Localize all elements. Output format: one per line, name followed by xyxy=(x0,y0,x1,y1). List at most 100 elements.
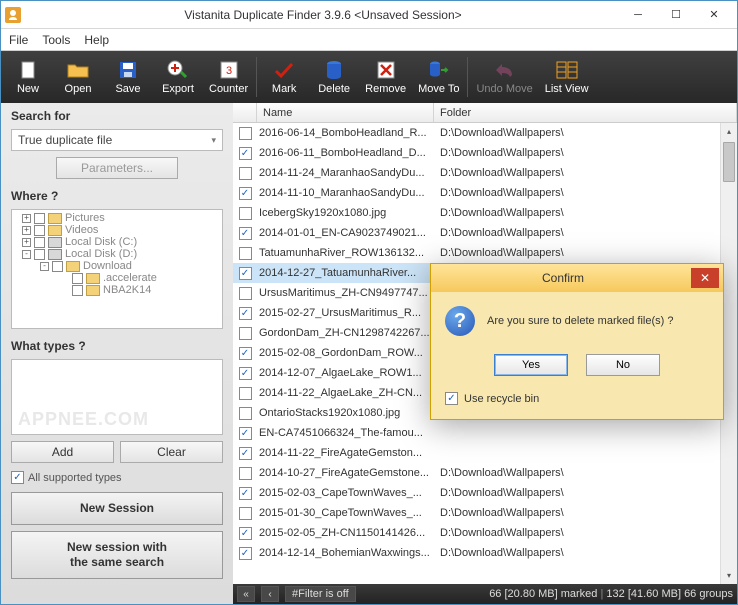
row-checkbox[interactable]: ✓ xyxy=(239,187,252,200)
tree-checkbox[interactable] xyxy=(34,237,45,248)
table-row[interactable]: ✓2015-02-05_ZH-CN1150141426...D:\Downloa… xyxy=(233,523,737,543)
toolbar-open-button[interactable]: Open xyxy=(53,53,103,101)
row-checkbox[interactable]: ✓ xyxy=(239,267,252,280)
tree-item[interactable]: +Pictures xyxy=(14,212,220,224)
tree-item[interactable]: -Download xyxy=(14,260,220,272)
tree-item[interactable]: +Local Disk (C:) xyxy=(14,236,220,248)
row-checkbox[interactable] xyxy=(239,247,252,260)
row-checkbox[interactable]: ✓ xyxy=(239,347,252,360)
scroll-down-icon[interactable]: ▾ xyxy=(721,567,737,584)
row-checkbox[interactable] xyxy=(239,407,252,420)
row-checkbox[interactable]: ✓ xyxy=(239,147,252,160)
all-types-checkbox[interactable]: ✓ xyxy=(11,471,24,484)
tree-toggle-icon[interactable]: + xyxy=(22,226,31,235)
toolbar-counter-button[interactable]: 3Counter xyxy=(203,53,254,101)
row-checkbox[interactable]: ✓ xyxy=(239,527,252,540)
row-checkbox[interactable] xyxy=(239,127,252,140)
menu-help[interactable]: Help xyxy=(84,33,109,47)
row-name: 2015-01-30_CapeTownWaves_... xyxy=(257,507,434,519)
no-button[interactable]: No xyxy=(586,354,660,376)
row-checkbox[interactable] xyxy=(239,327,252,340)
row-checkbox[interactable] xyxy=(239,167,252,180)
toolbar-delete-button[interactable]: Delete xyxy=(309,53,359,101)
status-btn-2[interactable]: ‹ xyxy=(261,586,279,602)
table-row[interactable]: TatuamunhaRiver_ROW136132...D:\Download\… xyxy=(233,243,737,263)
tree-item[interactable]: NBA2K14 xyxy=(14,284,220,296)
tree-toggle-icon[interactable]: + xyxy=(22,214,31,223)
row-checkbox[interactable]: ✓ xyxy=(239,447,252,460)
toolbar-export-button[interactable]: Export xyxy=(153,53,203,101)
table-row[interactable]: ✓EN-CA7451066324_The-famou... xyxy=(233,423,737,443)
col-folder[interactable]: Folder xyxy=(434,103,737,122)
scroll-thumb[interactable] xyxy=(723,142,735,182)
toolbar-listview-button[interactable]: List View xyxy=(539,53,595,101)
new-session-button[interactable]: New Session xyxy=(11,492,223,525)
table-row[interactable]: ✓2014-01-01_EN-CA9023749021...D:\Downloa… xyxy=(233,223,737,243)
table-row[interactable]: ✓2014-11-10_MaranhaoSandyDu...D:\Downloa… xyxy=(233,183,737,203)
tree-checkbox[interactable] xyxy=(34,249,45,260)
table-row[interactable]: 2014-10-27_FireAgateGemstone...D:\Downlo… xyxy=(233,463,737,483)
dialog-close-button[interactable]: ✕ xyxy=(691,268,719,288)
table-row[interactable]: IcebergSky1920x1080.jpgD:\Download\Wallp… xyxy=(233,203,737,223)
tree-checkbox[interactable] xyxy=(34,213,45,224)
tree-toggle-icon[interactable]: + xyxy=(22,238,31,247)
table-row[interactable]: ✓2014-11-22_FireAgateGemston... xyxy=(233,443,737,463)
tree-checkbox[interactable] xyxy=(72,285,83,296)
search-type-dropdown[interactable]: True duplicate file ▾ xyxy=(11,129,223,151)
tree-toggle-icon[interactable]: - xyxy=(22,250,31,259)
row-checkbox[interactable]: ✓ xyxy=(239,487,252,500)
toolbar-undo-button[interactable]: Undo Move xyxy=(470,53,538,101)
row-checkbox[interactable] xyxy=(239,207,252,220)
tree-item[interactable]: +Videos xyxy=(14,224,220,236)
statusbar: « ‹ #Filter is off 66 [20.80 MB] marked … xyxy=(233,584,737,604)
open-icon xyxy=(66,59,90,81)
row-checkbox[interactable]: ✓ xyxy=(239,367,252,380)
row-checkbox[interactable] xyxy=(239,507,252,520)
yes-button[interactable]: Yes xyxy=(494,354,568,376)
export-icon xyxy=(166,59,190,81)
table-row[interactable]: ✓2014-12-14_BohemianWaxwings...D:\Downlo… xyxy=(233,543,737,563)
table-row[interactable]: ✓2016-06-11_BomboHeadland_D...D:\Downloa… xyxy=(233,143,737,163)
new-session-same-button[interactable]: New session withthe same search xyxy=(11,531,223,579)
tree-toggle-icon[interactable]: - xyxy=(40,262,49,271)
scroll-up-icon[interactable]: ▴ xyxy=(721,123,737,140)
row-checkbox[interactable]: ✓ xyxy=(239,547,252,560)
recycle-checkbox[interactable]: ✓ xyxy=(445,392,458,405)
location-tree[interactable]: +Pictures+Videos+Local Disk (C:)-Local D… xyxy=(11,209,223,329)
row-checkbox[interactable]: ✓ xyxy=(239,427,252,440)
menu-tools[interactable]: Tools xyxy=(42,33,70,47)
add-button[interactable]: Add xyxy=(11,441,114,463)
clear-button[interactable]: Clear xyxy=(120,441,223,463)
row-name: 2014-12-14_BohemianWaxwings... xyxy=(257,547,434,559)
row-checkbox[interactable] xyxy=(239,287,252,300)
toolbar-new-button[interactable]: New xyxy=(3,53,53,101)
filter-status[interactable]: #Filter is off xyxy=(285,586,356,602)
tree-checkbox[interactable] xyxy=(52,261,63,272)
tree-item[interactable]: -Local Disk (D:) xyxy=(14,248,220,260)
menu-file[interactable]: File xyxy=(9,33,28,47)
tree-checkbox[interactable] xyxy=(72,273,83,284)
table-row[interactable]: 2016-06-14_BomboHeadland_R...D:\Download… xyxy=(233,123,737,143)
parameters-button[interactable]: Parameters... xyxy=(56,157,178,179)
close-button[interactable]: ✕ xyxy=(695,4,733,26)
row-checkbox[interactable] xyxy=(239,467,252,480)
tree-item[interactable]: .accelerate xyxy=(14,272,220,284)
toolbar-save-button[interactable]: Save xyxy=(103,53,153,101)
col-name[interactable]: Name xyxy=(257,103,434,122)
toolbar-remove-button[interactable]: Remove xyxy=(359,53,412,101)
table-row[interactable]: 2014-11-24_MaranhaoSandyDu...D:\Download… xyxy=(233,163,737,183)
maximize-button[interactable]: ☐ xyxy=(657,4,695,26)
row-checkbox[interactable]: ✓ xyxy=(239,227,252,240)
tree-checkbox[interactable] xyxy=(34,225,45,236)
status-btn-1[interactable]: « xyxy=(237,586,255,602)
toolbar-mark-button[interactable]: Mark xyxy=(259,53,309,101)
toolbar-moveto-button[interactable]: Move To xyxy=(412,53,465,101)
row-folder: D:\Download\Wallpapers\ xyxy=(434,167,737,179)
minimize-button[interactable]: ─ xyxy=(619,4,657,26)
col-checkbox[interactable] xyxy=(233,103,257,122)
row-folder: D:\Download\Wallpapers\ xyxy=(434,147,737,159)
row-checkbox[interactable]: ✓ xyxy=(239,307,252,320)
table-row[interactable]: 2015-01-30_CapeTownWaves_...D:\Download\… xyxy=(233,503,737,523)
table-row[interactable]: ✓2015-02-03_CapeTownWaves_...D:\Download… xyxy=(233,483,737,503)
row-checkbox[interactable] xyxy=(239,387,252,400)
